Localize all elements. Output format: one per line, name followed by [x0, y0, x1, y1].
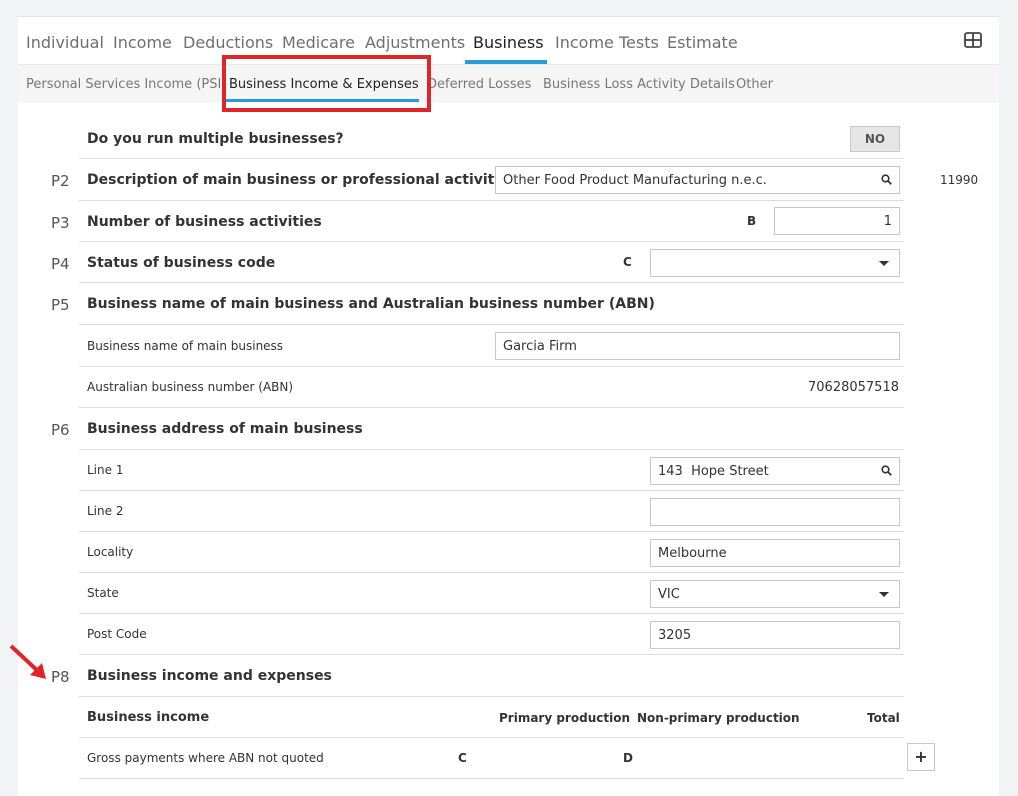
postcode-label: Post Code	[87, 627, 147, 641]
subtab-deferred-losses[interactable]: Deferred Losses	[427, 77, 531, 92]
top-tab-bar: Individual Income Deductions Medicare Ad…	[18, 17, 999, 64]
business-income-heading: Business income	[87, 710, 210, 725]
arrow-icon	[9, 644, 46, 679]
subtab-business-loss-activity[interactable]: Business Loss Activity Details	[543, 77, 735, 92]
code-p5: P5	[51, 296, 70, 314]
code-p4: P4	[51, 255, 70, 273]
business-activity-value: Other Food Product Manufacturing n.e.c.	[503, 173, 767, 188]
p5-label: Business name of main business and Austr…	[87, 296, 655, 312]
gross-letter-c: C	[458, 751, 467, 765]
anzsic-code: 11990	[940, 173, 979, 187]
search-icon[interactable]	[881, 174, 892, 185]
tab-estimate[interactable]: Estimate	[667, 33, 738, 52]
abn-label: Australian business number (ABN)	[87, 380, 294, 394]
tab-medicare[interactable]: Medicare	[282, 33, 355, 52]
abn-value: 70628057518	[808, 380, 899, 395]
multiple-businesses-label: Do you run multiple businesses?	[87, 131, 344, 147]
p6-label: Business address of main business	[87, 421, 363, 437]
business-name-label: Business name of main business	[87, 339, 284, 353]
address-line2-input[interactable]	[650, 498, 900, 526]
locality-input[interactable]: Melbourne	[650, 539, 900, 567]
line1-label: Line 1	[87, 463, 124, 477]
p8-label: Business income and expenses	[87, 668, 332, 684]
col-total: Total	[867, 711, 900, 725]
business-activities-count-input[interactable]: 1	[774, 207, 900, 235]
col-primary-production: Primary production	[499, 711, 630, 725]
tab-income[interactable]: Income	[113, 33, 172, 52]
business-name-input[interactable]: Garcia Firm	[495, 332, 900, 360]
postcode-input[interactable]: 3205	[650, 621, 900, 649]
code-p3: P3	[51, 214, 70, 232]
p2-label: Description of main business or professi…	[87, 172, 504, 188]
tab-business[interactable]: Business	[473, 33, 544, 52]
p4-label: Status of business code	[87, 255, 276, 271]
chevron-down-icon	[879, 592, 889, 597]
code-p8: P8	[51, 668, 70, 686]
add-gross-payment-button[interactable]: +	[907, 743, 935, 771]
state-value: VIC	[658, 587, 680, 602]
label-b-letter: B	[747, 214, 757, 228]
code-p2: P2	[51, 172, 70, 190]
line2-label: Line 2	[87, 504, 124, 518]
tab-individual[interactable]: Individual	[26, 33, 104, 52]
multiple-businesses-toggle[interactable]: NO	[850, 126, 900, 152]
search-icon[interactable]	[881, 465, 892, 476]
business-activity-search-input[interactable]: Other Food Product Manufacturing n.e.c.	[495, 166, 900, 194]
subtab-psi[interactable]: Personal Services Income (PSI)	[26, 77, 226, 92]
locality-label: Locality	[87, 545, 134, 559]
state-label: State	[87, 586, 119, 600]
highlight-annotation	[222, 55, 431, 112]
address-line1-value: 143 Hope Street	[658, 464, 769, 479]
chevron-down-icon	[879, 261, 889, 266]
sub-tab-bar: Personal Services Income (PSI) Business …	[18, 64, 999, 103]
state-select[interactable]: VIC	[650, 580, 900, 608]
tab-income-tests[interactable]: Income Tests	[555, 33, 659, 52]
status-code-select[interactable]	[650, 249, 900, 277]
p3-label: Number of business activities	[87, 214, 322, 230]
col-non-primary-production: Non-primary production	[637, 711, 800, 725]
tab-deductions[interactable]: Deductions	[183, 33, 273, 52]
code-p6: P6	[51, 421, 70, 439]
gross-payments-label: Gross payments where ABN not quoted	[87, 751, 324, 765]
label-c-letter: C	[623, 255, 632, 269]
subtab-other[interactable]: Other	[736, 77, 773, 92]
address-line1-input[interactable]: 143 Hope Street	[650, 457, 900, 485]
gross-letter-d: D	[623, 751, 633, 765]
grid-icon[interactable]	[964, 32, 982, 48]
tab-adjustments[interactable]: Adjustments	[365, 33, 465, 52]
